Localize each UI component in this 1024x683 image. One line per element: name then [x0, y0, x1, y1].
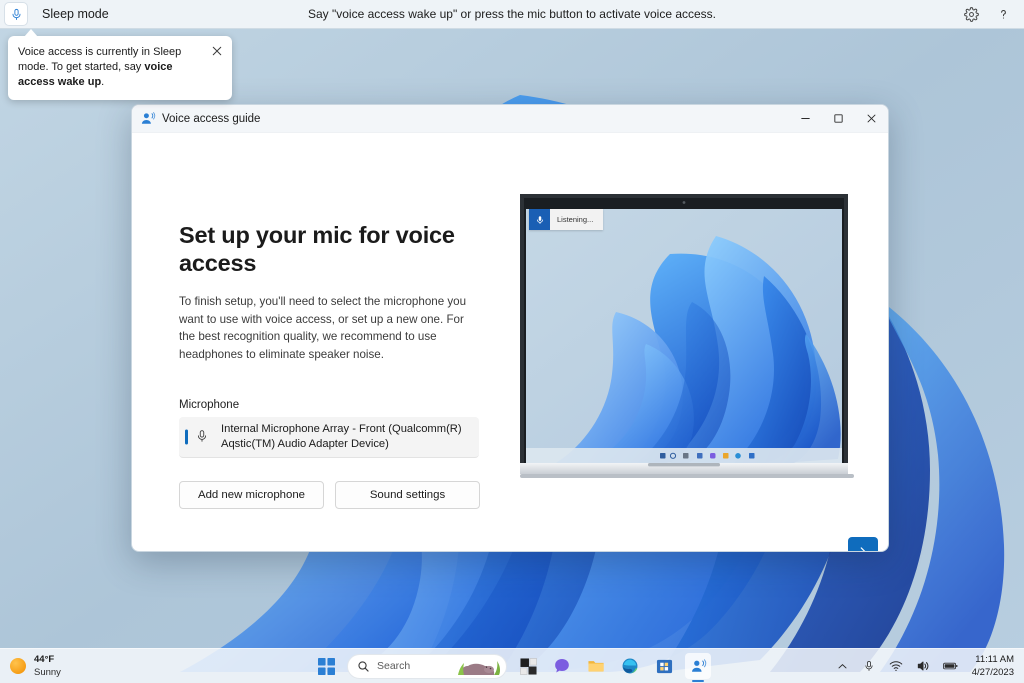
callout-text-part2: .: [101, 76, 105, 88]
close-button[interactable]: [855, 105, 888, 133]
voice-access-guide-window: Voice access guide Listening... Set up y…: [131, 104, 889, 552]
microphone-name-label: Internal Microphone Array - Front (Qualc…: [221, 423, 462, 451]
windows-start-icon[interactable]: [313, 653, 339, 679]
close-icon[interactable]: [209, 43, 225, 59]
page-title: Set up your mic for voice access: [179, 222, 455, 277]
laptop-graphic: [520, 194, 854, 478]
file-explorer-icon[interactable]: [583, 653, 609, 679]
taskbar-center-group: Search: [0, 649, 1024, 683]
laptop-illustration: Listening...: [520, 194, 888, 484]
microphone-icon: [195, 429, 211, 445]
setup-content: Set up your mic for voice access To fini…: [179, 221, 489, 510]
microsoft-store-icon[interactable]: [651, 653, 677, 679]
help-question-icon[interactable]: [994, 5, 1012, 23]
add-new-microphone-button[interactable]: Add new microphone: [179, 481, 324, 510]
voice-access-state-label: Sleep mode: [42, 7, 109, 21]
maximize-button[interactable]: [822, 105, 855, 133]
microphone-selected-item[interactable]: Internal Microphone Array - Front (Qualc…: [179, 417, 479, 459]
microphone-section-label: Microphone: [179, 399, 240, 412]
gear-icon[interactable]: [962, 5, 980, 23]
window-controls: [789, 105, 888, 133]
voice-access-icon[interactable]: [685, 653, 711, 679]
selection-indicator: [185, 429, 188, 445]
window-titlebar[interactable]: Voice access guide: [132, 105, 888, 133]
microphone-icon: [529, 209, 550, 230]
windows-taskbar: 44°F Sunny Search 11:11 AM 4/27/2023: [0, 648, 1024, 683]
window-title: Voice access guide: [162, 112, 261, 125]
listening-chip-label: Listening...: [557, 215, 594, 224]
next-button[interactable]: [848, 537, 878, 551]
search-input[interactable]: Search: [347, 653, 507, 679]
voice-access-hint-text: Say "voice access wake up" or press the …: [307, 7, 717, 21]
listening-chip: Listening...: [529, 209, 604, 230]
search-icon: [357, 660, 370, 673]
description-text: To finish setup, you'll need to select t…: [179, 295, 467, 361]
voice-access-bar-actions: [962, 5, 1024, 23]
voice-access-mic-button[interactable]: [4, 2, 28, 26]
voice-access-icon: [140, 111, 156, 127]
edge-icon[interactable]: [617, 653, 643, 679]
callout-text: Voice access is currently in Sleep mode.…: [18, 45, 222, 90]
minimize-button[interactable]: [789, 105, 822, 133]
chevron-right-icon: [860, 547, 866, 551]
chat-icon[interactable]: [549, 653, 575, 679]
widgets-icon[interactable]: [515, 653, 541, 679]
sound-settings-button[interactable]: Sound settings: [335, 481, 480, 510]
voice-access-bar: Sleep mode Say "voice access wake up" or…: [0, 0, 1024, 29]
microphone-icon: [12, 8, 20, 20]
search-placeholder: Search: [377, 660, 411, 672]
dialog-body: Listening... Set up your mic for voice a…: [132, 133, 888, 551]
microphone-actions: Add new microphone Sound settings: [179, 481, 489, 510]
search-illustration-hippo: [458, 660, 501, 675]
sleep-mode-callout: Voice access is currently in Sleep mode.…: [8, 29, 232, 100]
